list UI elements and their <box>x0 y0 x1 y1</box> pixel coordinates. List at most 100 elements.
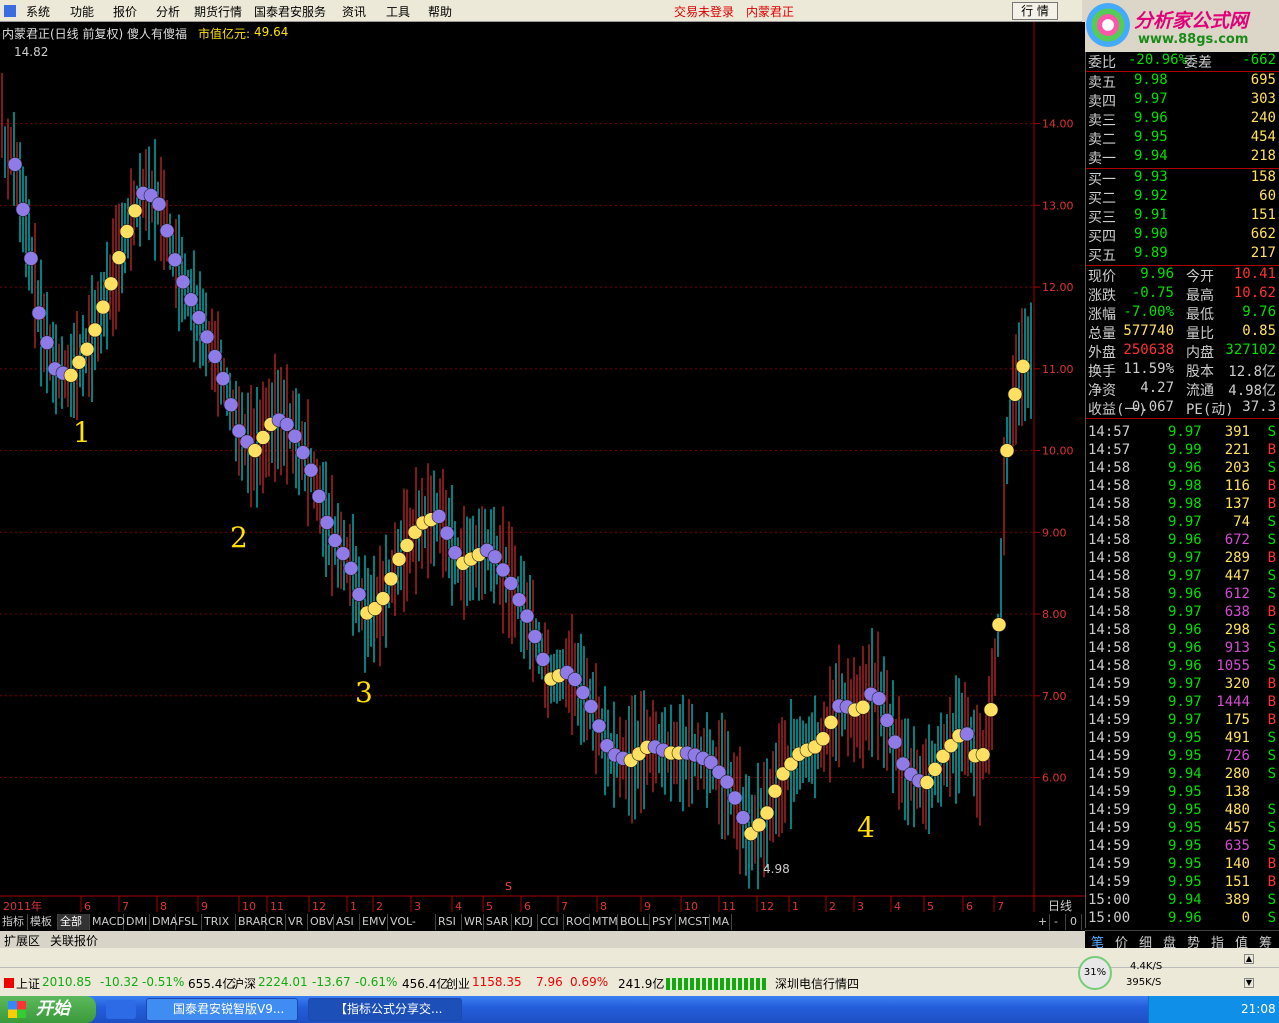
tab-sar[interactable]: SAR <box>484 914 512 930</box>
sh-index-change: -10.32 <box>100 975 139 989</box>
y-tick-label: 14.00 <box>1042 118 1074 131</box>
kline-chart[interactable]: 14.00 13.00 12.00 11.00 10.00 9.00 8.00 7.00 6.0… <box>0 22 1085 913</box>
tick-row-cell: B <box>1267 442 1276 458</box>
ask-row-cell: 卖五 <box>1088 75 1116 91</box>
menu-item-news[interactable]: 资讯 <box>342 3 366 20</box>
tab-cci[interactable]: CCI <box>538 914 564 930</box>
tab-trix[interactable]: TRIX <box>202 914 236 930</box>
quote-button[interactable]: 行 情 <box>1012 2 1058 20</box>
smiley-falling-marker <box>7 157 23 172</box>
tab-macd[interactable]: MACD <box>90 914 125 930</box>
indicator-tab-bar: 指标 模板 全部 MACD DMI DMA FSL TRIX BRAR CR VR OBV ASI EMV… <box>0 912 1085 943</box>
tick-row-cell: 9.96 <box>1168 532 1202 548</box>
tab-模板[interactable]: 模板 <box>28 914 58 930</box>
menu-item-quote[interactable]: 报价 <box>113 3 137 20</box>
menu-item-service[interactable]: 国泰君安服务 <box>254 3 326 20</box>
tick-row: 14:59 9.95 138 <box>1088 784 1278 803</box>
quote-row-cell: 内盘 <box>1186 345 1214 361</box>
panel-tab-bar: 笔价细盘势指值筹 <box>1085 930 1279 951</box>
tab-mcst[interactable]: MCST <box>676 914 710 930</box>
sh-index-pct: -0.51% <box>142 975 185 989</box>
sz-index-amount: 456.4亿 <box>402 977 449 991</box>
tab-fsl[interactable]: FSL <box>176 914 202 930</box>
tick-row-cell: 9.99 <box>1168 442 1202 458</box>
scroll-up-icon[interactable]: ▲ <box>1244 954 1254 964</box>
tab-obv[interactable]: OBV <box>308 914 334 930</box>
tab-全部[interactable]: 全部 <box>58 914 90 930</box>
smiley-falling-marker <box>319 515 335 530</box>
tab-mtm[interactable]: MTM <box>590 914 618 930</box>
smiley-falling-marker <box>527 629 543 644</box>
menu-item-tools[interactable]: 工具 <box>386 3 410 20</box>
chart-canvas: 14.00 13.00 12.00 11.00 10.00 9.00 8.00 7.00 6.0… <box>0 22 1085 912</box>
tab-ma[interactable]: MA <box>710 914 732 930</box>
smiley-falling-marker <box>327 533 343 548</box>
y-tick-label: 8.00 <box>1042 608 1067 621</box>
tick-row: 14:59 9.94 280 S <box>1088 766 1278 785</box>
menu-item-help[interactable]: 帮助 <box>428 3 452 20</box>
tab-emv[interactable]: EMV <box>360 914 388 930</box>
tab-rsi[interactable]: RSI <box>436 914 462 930</box>
tick-row-cell: 9.95 <box>1168 784 1202 800</box>
smiley-rising-marker <box>399 538 415 553</box>
tab-psy[interactable]: PSY <box>650 914 676 930</box>
quicklaunch-icon[interactable] <box>106 1000 136 1019</box>
zoom-control-2[interactable]: 0 <box>1068 914 1082 930</box>
smiley-rising-marker <box>87 322 103 338</box>
taskbar-item-forum[interactable]: 【指标公式分享交... <box>308 998 462 1021</box>
zoom-control-0[interactable]: + <box>1036 914 1050 930</box>
smiley-falling-marker <box>199 329 215 345</box>
stock-name-status: 内蒙君正 <box>746 5 795 19</box>
windows-logo-icon <box>8 1001 26 1018</box>
taskbar-item-gtja-label: 国泰君安锐智版V9... <box>173 1002 285 1016</box>
scroll-down-icon[interactable]: ▼ <box>1244 978 1254 988</box>
tab-vol-tdx[interactable]: VOL-TDX <box>388 914 436 943</box>
tick-row-cell: S <box>1267 514 1276 530</box>
menu-item-function[interactable]: 功能 <box>70 3 94 20</box>
server-name[interactable]: 深圳电信行情四 <box>775 975 859 992</box>
cy-index-amount: 241.9亿 <box>618 977 665 991</box>
quote-row-cell: 37.3 <box>1242 399 1276 415</box>
smiley-falling-marker <box>183 292 199 308</box>
quote-row-cell: 净资 <box>1088 383 1116 399</box>
tab-指标[interactable]: 指标 <box>0 914 28 930</box>
menu-item-system[interactable]: 系统 <box>26 3 50 20</box>
quote-panel: 委比 -20.96% 委差 -662 卖五 9.98 695 卖四 9.97 303 卖三 9.96 2… <box>1085 52 1279 928</box>
tick-row-cell: 14:59 <box>1088 838 1131 854</box>
smiley-rising-marker <box>63 368 79 383</box>
tab-extension[interactable]: 扩展区 <box>4 932 40 949</box>
tab-wr[interactable]: WR <box>462 914 484 930</box>
y-tick-label: 11.00 <box>1042 363 1074 376</box>
tick-row-cell: 280 <box>1224 766 1250 782</box>
menu-item-analysis[interactable]: 分析 <box>156 3 180 20</box>
ask-row-cell: 9.96 <box>1134 110 1168 126</box>
tick-row-cell: 638 <box>1224 604 1250 620</box>
x-month-label: 4 <box>455 900 462 912</box>
tab-related-quote[interactable]: 关联报价 <box>50 932 98 949</box>
commission-ratio-row-cell: -662 <box>1242 52 1276 68</box>
tick-row-cell: 14:58 <box>1088 550 1131 566</box>
zoom-control-1[interactable]: - <box>1052 914 1066 930</box>
tab-kdj[interactable]: KDJ <box>512 914 538 930</box>
tab-cr[interactable]: CR <box>266 914 286 930</box>
tick-row-cell: S <box>1267 910 1276 926</box>
tab-brar[interactable]: BRAR <box>236 914 268 930</box>
bid-row: 买一 9.93 158 <box>1088 169 1278 188</box>
tick-row-cell: 14:58 <box>1088 460 1131 476</box>
tab-vr[interactable]: VR <box>286 914 308 930</box>
tab-dmi[interactable]: DMI <box>124 914 150 930</box>
smiley-falling-marker <box>583 699 599 714</box>
quote-row-cell: 外盘 <box>1088 345 1116 361</box>
taskbar-item-gtja[interactable]: 国泰君安锐智版V9... <box>146 998 298 1021</box>
quote-row-cell: 换手 <box>1088 364 1116 380</box>
menu-item-futures[interactable]: 期货行情 <box>194 3 242 20</box>
smiley-falling-marker <box>439 525 455 541</box>
x-month-label: 5 <box>486 900 493 912</box>
tab-roc[interactable]: ROC <box>564 914 590 930</box>
tab-dma[interactable]: DMA <box>150 914 178 930</box>
tab-asi[interactable]: ASI <box>334 914 360 930</box>
bid-row: 买四 9.90 662 <box>1088 226 1278 245</box>
tab-boll[interactable]: BOLL <box>618 914 650 930</box>
commission-ratio-row: 委比 -20.96% 委差 -662 <box>1088 52 1278 71</box>
tick-row-cell: 14:58 <box>1088 514 1131 530</box>
